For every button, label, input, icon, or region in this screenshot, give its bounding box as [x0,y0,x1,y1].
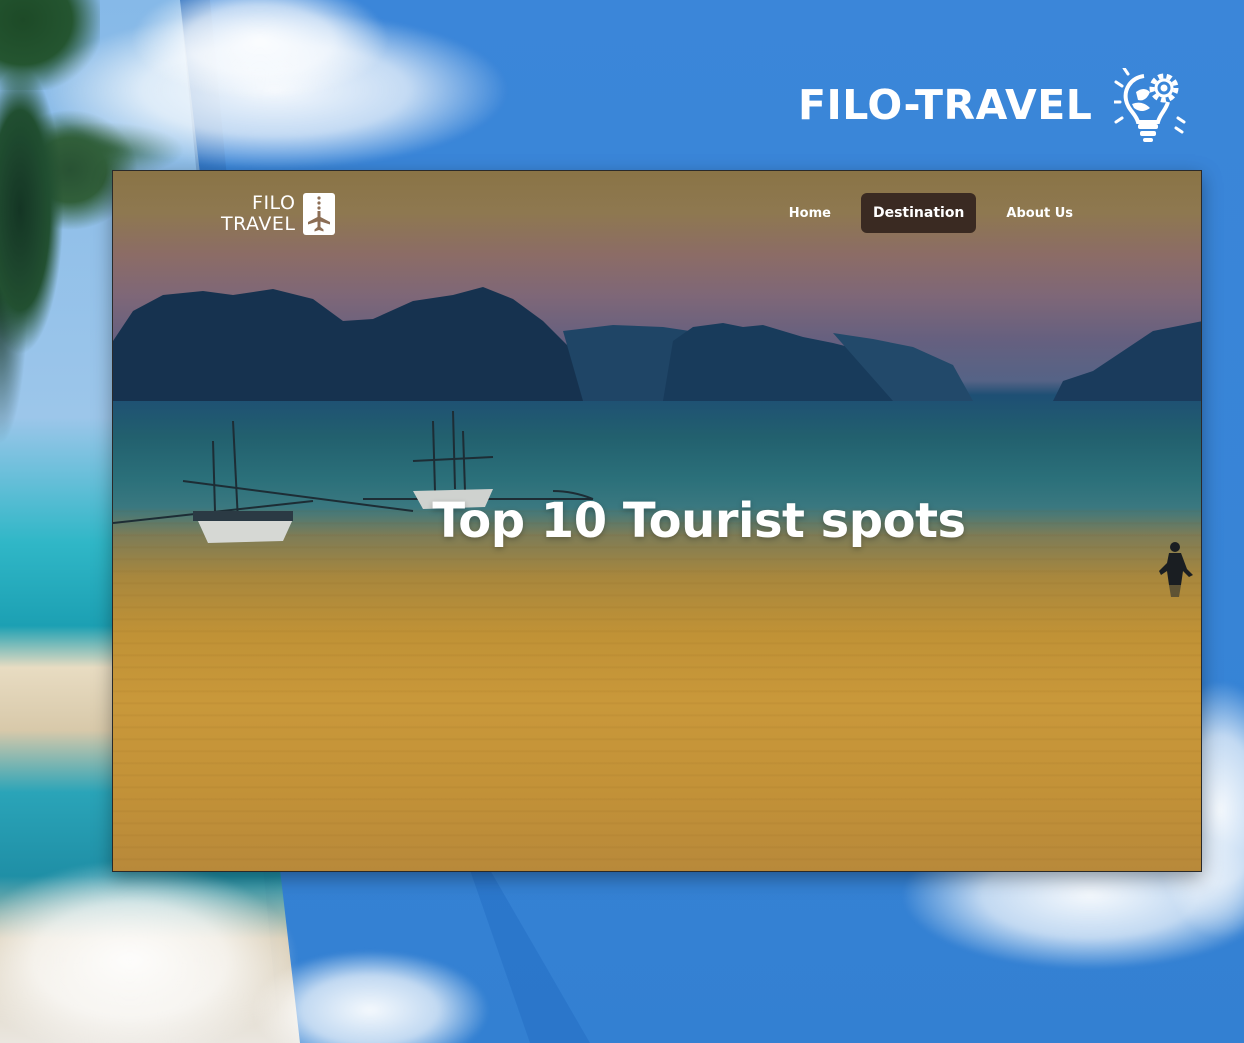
logo-text: FILO TRAVEL [221,193,295,235]
nav-home[interactable]: Home [773,194,847,233]
logo-badge [303,193,336,235]
nav-about-us[interactable]: About Us [990,194,1089,233]
brand-title: FILO-TRAVEL [798,81,1093,129]
lightbulb-gear-icon [1114,68,1186,142]
airplane-icon [308,196,331,232]
brand-header: FILO-TRAVEL [798,68,1186,142]
website-preview: FILO TRAVEL Home Destination About Us To… [112,170,1202,872]
site-logo[interactable]: FILO TRAVEL [221,193,336,235]
island-silhouettes [113,287,1201,401]
person-silhouette [1159,542,1193,597]
hero-title: Top 10 Tourist spots [432,493,966,549]
nav-destination[interactable]: Destination [860,193,977,233]
logo-line-2: TRAVEL [221,213,296,235]
logo-line-1: FILO [252,192,296,214]
nav-links: Home Destination About Us [773,193,1089,233]
site-navbar: FILO TRAVEL Home Destination About Us [113,171,1201,255]
